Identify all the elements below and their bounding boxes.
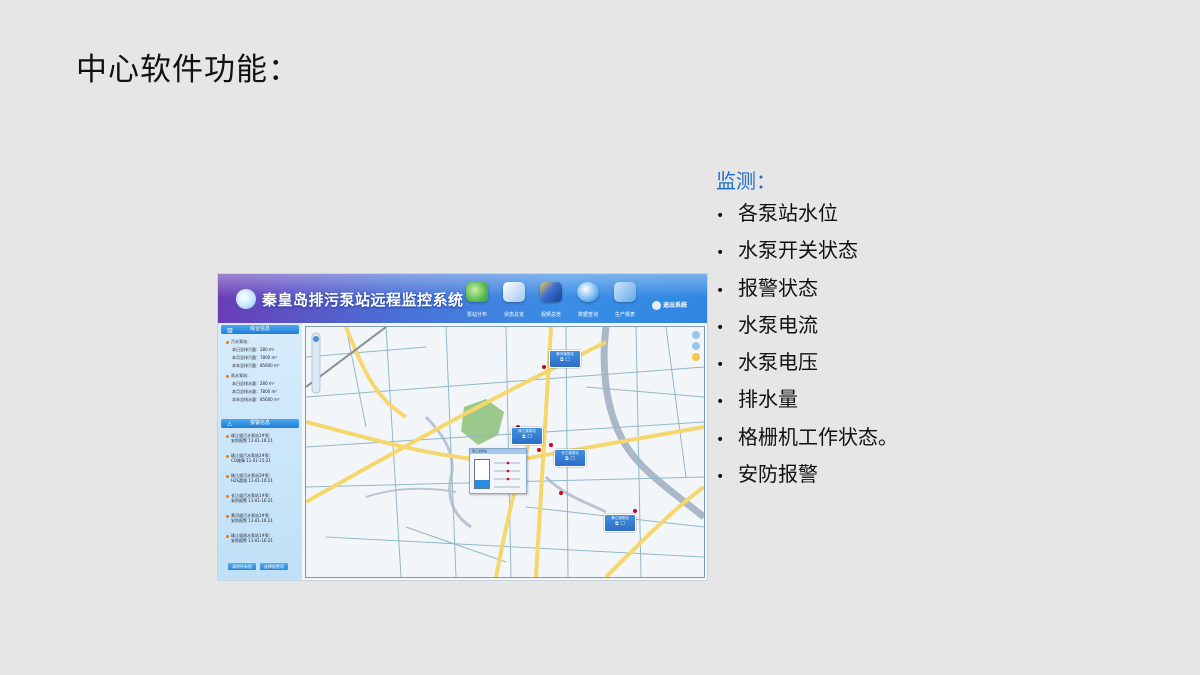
locate-icon[interactable] (692, 353, 700, 361)
zoom-out-icon[interactable] (692, 342, 700, 350)
list-item: • 水泵电流 (716, 312, 818, 337)
nav-item-distribution[interactable]: 泵站分布 (457, 282, 497, 318)
summary-line: 污水泵站： (226, 339, 251, 345)
list-item: • 水泵开关状态 (716, 238, 858, 263)
pump-diagram (494, 461, 520, 488)
left-panel: ▥ 综合信息 污水泵站： 本日总排污量：280 m³ 本月总排污量：7800 m³… (218, 323, 302, 580)
summary-heading: ▥ 综合信息 (221, 325, 299, 334)
list-item: • 格栅机工作状态。 (716, 424, 898, 449)
summary-line: 本日总排污量：280 m³ (232, 347, 275, 352)
map-distribution-icon (466, 282, 488, 302)
nav-item-status[interactable]: 状态总览 (494, 282, 534, 318)
water-level-tank (474, 459, 490, 489)
station-detail-popup[interactable]: 珠江道泵站 (469, 448, 527, 494)
station-marker[interactable]: 黄江道泵站 ⧉ ☐ (604, 514, 636, 532)
summary-line: 本月总排水量：7800 m³ (232, 389, 277, 394)
summary-line: 本年总排污量：85600 m³ (232, 363, 280, 368)
summary-line: 雨水泵站： (226, 373, 251, 379)
video-overview-icon (540, 282, 562, 302)
data-query-icon (577, 282, 599, 302)
nav-item-query[interactable]: 数据查询 (568, 282, 608, 318)
list-item: • 各泵站水位 (716, 201, 838, 225)
clear-alarms-button[interactable]: 清除所有报 (228, 563, 256, 570)
list-item: • 安防报警 (716, 462, 818, 487)
nav-item-report[interactable]: 生产报表 (605, 282, 645, 318)
summary-line: 本年总排水量：85600 m³ (232, 397, 280, 402)
production-report-icon (614, 282, 636, 302)
alarm-item[interactable]: 珠江道污水泵站3#泵： H2S超限 11-01-16:21 (226, 473, 273, 483)
select-alarm-button[interactable]: 选择报警项 (260, 563, 288, 570)
summary-line: 本月总排污量：7800 m³ (232, 355, 277, 360)
app-title: 秦皇岛排污泵站远程监控系统 (262, 291, 464, 309)
list-item: • 水泵电压 (716, 350, 818, 375)
station-marker[interactable]: 珠江道泵站 ⧉ ☐ (511, 427, 543, 445)
monitor-list: • 各泵站水位 • 水泵开关状态 • 报警状态 • 水泵电流 • 水泵电压 • 排水量 • 格… (716, 196, 898, 494)
alarm-item[interactable]: 黄河道污水泵站1#泵： 安防报警 11-01-16:21 (226, 513, 273, 523)
slide-title: 中心软件功能： (76, 52, 300, 88)
exit-icon (652, 301, 661, 310)
app-header: 秦皇岛排污泵站远程监控系统 泵站分布 状态总览 视频总览 数据查询 生产报表 退… (218, 274, 707, 323)
station-marker[interactable]: 长江道泵站 ⧉ ☐ (554, 449, 586, 467)
app-logo-icon (236, 289, 256, 309)
station-marker[interactable]: 黄河道泵站 ⧉ ☐ (549, 350, 581, 368)
alarm-item[interactable]: 珠江道雨水泵站1#泵： 安防报警 11-01-16:21 (226, 533, 273, 543)
exit-button[interactable]: 退出系统 (652, 300, 687, 310)
zoom-in-icon[interactable] (692, 331, 700, 339)
building-icon: ▥ (227, 327, 233, 334)
map-view[interactable]: 黄河道泵站 ⧉ ☐ 珠江道泵站 ⧉ ☐ 长江道泵站 ⧉ ☐ 黄江道泵站 ⧉ ☐ 珠江道泵… (305, 326, 705, 578)
alarm-item[interactable]: 长江道污水泵站1#泵： 安防报警 11-01-16:21 (226, 493, 273, 503)
summary-line: 本日总排水量：280 m³ (232, 381, 275, 386)
software-screenshot: 秦皇岛排污泵站远程监控系统 泵站分布 状态总览 视频总览 数据查询 生产报表 退… (217, 273, 708, 581)
list-item: • 报警状态 (716, 275, 818, 300)
alarm-item[interactable]: 珠江道污水泵站2#泵： CO故障 11-01-15:21 (226, 453, 273, 463)
alarm-heading: ⚠ 报警信息 (221, 419, 299, 428)
warning-icon: ⚠ (227, 421, 233, 428)
nav-item-video[interactable]: 视频总览 (531, 282, 571, 318)
status-overview-icon (503, 282, 525, 302)
alarm-item[interactable]: 珠江道污水泵站1#泵： 安防报警 11-01-16:21 (226, 433, 273, 443)
list-item: • 排水量 (716, 387, 798, 412)
monitor-heading: 监测： (716, 169, 776, 193)
